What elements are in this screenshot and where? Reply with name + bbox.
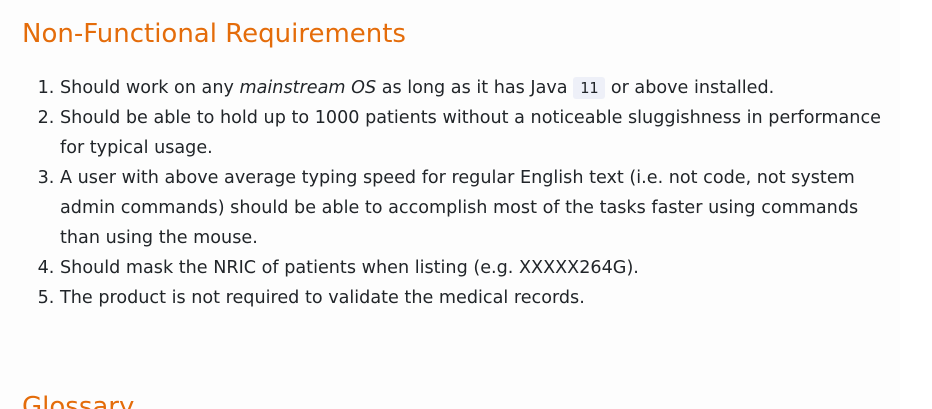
nfr-item-1-text-start: Should work on any — [60, 78, 240, 98]
section-heading-nfr: Non-Functional Requirements — [22, 19, 406, 49]
document-content: Non-Functional Requirements Should work … — [0, 0, 900, 409]
nfr-item-4: Should mask the NRIC of patients when li… — [60, 253, 888, 283]
nfr-item-1-text-middle: as long as it has Java — [376, 78, 574, 98]
nfr-item-1: Should work on any mainstream OS as long… — [60, 73, 888, 103]
nfr-item-2: Should be able to hold up to 1000 patien… — [60, 103, 888, 163]
nfr-item-1-emphasis: mainstream OS — [239, 78, 377, 98]
nfr-item-1-text-end: or above installed. — [605, 78, 775, 98]
section-heading-glossary: Glossary — [22, 392, 135, 409]
inline-code-java-version: 11 — [573, 77, 606, 99]
nfr-item-5: The product is not required to validate … — [60, 283, 888, 313]
nfr-list: Should work on any mainstream OS as long… — [0, 73, 888, 313]
nfr-item-3: A user with above average typing speed f… — [60, 163, 888, 253]
